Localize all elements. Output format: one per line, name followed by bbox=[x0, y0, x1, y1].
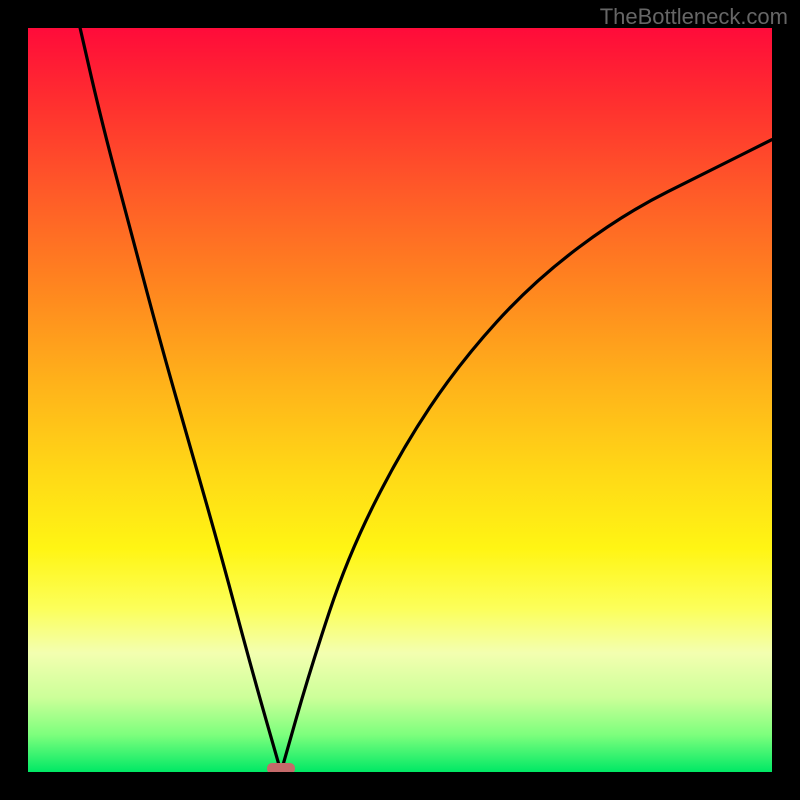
curve-left bbox=[80, 28, 281, 772]
watermark-text: TheBottleneck.com bbox=[600, 4, 788, 30]
curve-svg bbox=[28, 28, 772, 772]
min-marker bbox=[267, 763, 295, 772]
curve-right bbox=[281, 140, 772, 772]
chart-frame: TheBottleneck.com bbox=[0, 0, 800, 800]
plot-area bbox=[28, 28, 772, 772]
